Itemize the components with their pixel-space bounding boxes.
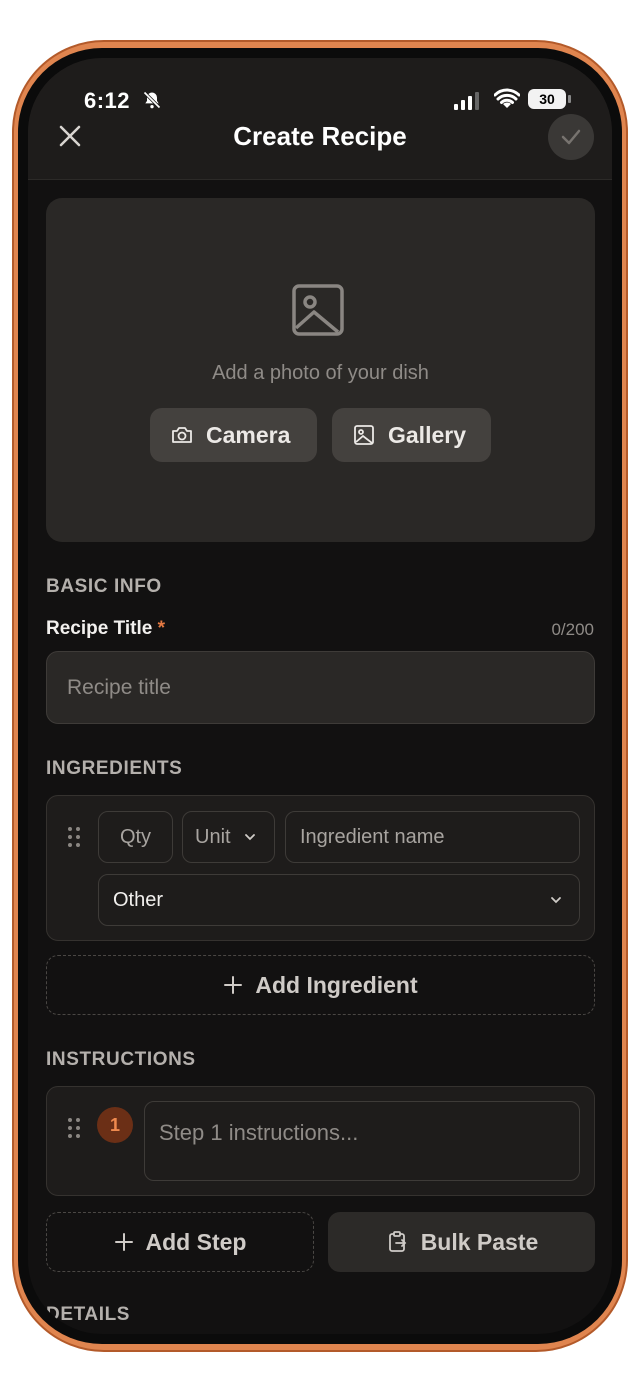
step-number-badge: 1 [97,1107,133,1143]
ingredient-name-input[interactable]: Ingredient name [285,811,580,863]
wifi-icon [494,88,520,108]
battery-indicator: 30 [528,89,571,109]
header-bar: 6:12 30 Create Recipe [28,58,612,180]
plus-icon [224,976,243,994]
chevron-down-icon [244,834,255,841]
ingredient-row: Qty Unit Ingredient name Other [46,795,595,941]
quantity-input[interactable]: Qty [98,811,173,863]
bulk-paste-button[interactable]: Bulk Paste [328,1212,595,1272]
drag-handle-icon[interactable] [68,827,82,849]
photo-upload-card: Add a photo of your dish Camera Gallery [46,198,595,542]
basic-info-heading: BASIC INFO [46,576,162,597]
unit-label: Unit [195,825,231,848]
checkmark-icon [561,129,581,145]
camera-button[interactable]: Camera [150,408,317,462]
add-ingredient-label: Add Ingredient [255,971,418,998]
required-marker: * [157,618,165,639]
save-button[interactable] [548,114,594,160]
recipe-title-input[interactable]: Recipe title [46,651,595,724]
unit-select[interactable]: Unit [182,811,275,863]
ingredient-category-value: Other [113,888,164,911]
chevron-down-icon [551,897,561,904]
title-character-counter: 0/200 [551,620,594,639]
photo-prompt: Add a photo of your dish [212,362,429,384]
bell-slash-icon [143,91,161,109]
instructions-heading: INSTRUCTIONS [46,1049,196,1070]
camera-label: Camera [206,421,291,448]
status-time: 6:12 [84,88,131,113]
gallery-icon [354,425,374,445]
add-ingredient-button[interactable]: Add Ingredient [46,955,595,1015]
gallery-button[interactable]: Gallery [332,408,491,462]
instruction-step-row: 1 Step 1 instructions... [46,1086,595,1196]
image-icon [292,284,344,336]
app-screen: 6:12 30 Create Recipe Add a photo of you… [28,58,612,1334]
page-title: Create Recipe [233,121,407,151]
clipboard-icon [388,1231,406,1252]
details-heading: DETAILS [46,1304,131,1325]
camera-icon [172,427,192,443]
ingredient-category-select[interactable]: Other [98,874,580,926]
quantity-placeholder: Qty [119,825,152,848]
ingredients-heading: INGREDIENTS [46,758,183,779]
add-step-label: Add Step [145,1228,247,1255]
gallery-label: Gallery [388,421,466,448]
plus-icon [114,1233,133,1251]
drag-handle-icon[interactable] [68,1118,82,1140]
recipe-title-label: Recipe Title * [46,618,165,640]
recipe-title-label-text: Recipe Title [46,618,153,639]
ingredient-name-placeholder: Ingredient name [300,825,445,848]
cellular-signal-icon [454,92,479,110]
bulk-paste-label: Bulk Paste [420,1228,539,1255]
add-step-button[interactable]: Add Step [46,1212,314,1272]
step-instructions-input[interactable]: Step 1 instructions... [144,1101,580,1181]
